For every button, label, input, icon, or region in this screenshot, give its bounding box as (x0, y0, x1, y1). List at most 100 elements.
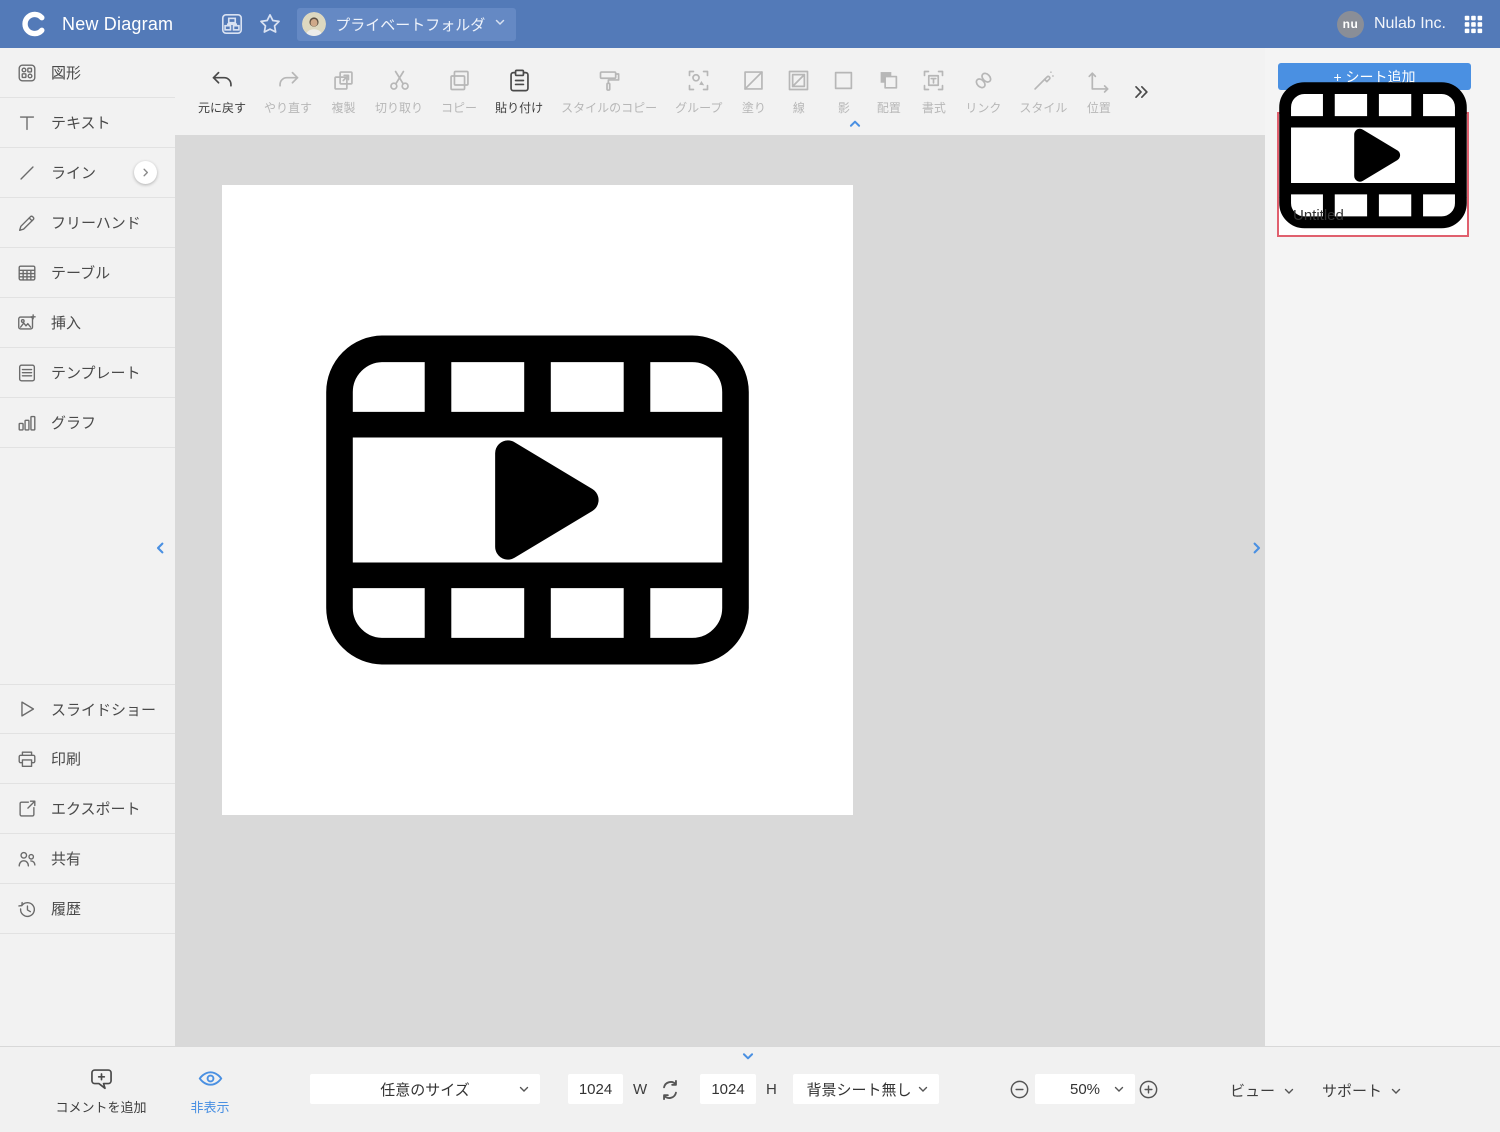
bottom-bar: コメントを追加 非表示 任意のサイズ W H 背景シート無し 50% (0, 1046, 1500, 1132)
view-menu-button[interactable]: ビュー (1230, 1080, 1296, 1101)
cacoo-editor-window: New Diagram プライベートフォルダ nu Nulab Inc. 図形テ… (0, 0, 1500, 1132)
sidebar-tools-group: 図形テキストラインフリーハンドテーブル挿入テンプレートグラフ (0, 48, 175, 448)
sidebar-item-insert[interactable]: 挿入 (0, 298, 175, 348)
canvas-page[interactable] (222, 185, 853, 815)
toolbar-redo-button[interactable]: やり直す (255, 67, 321, 116)
cacoo-logo-icon[interactable] (20, 10, 48, 38)
nulab-logo-icon[interactable]: nu (1337, 11, 1364, 38)
sidebar-item-history[interactable]: 履歴 (0, 884, 175, 934)
undo-icon (209, 67, 236, 94)
toolbar-copy-button[interactable]: コピー (432, 67, 486, 116)
line-icon (16, 162, 38, 184)
slideshow-icon (16, 698, 38, 720)
duplicate-icon (330, 67, 357, 94)
toolbar-arrange-button[interactable]: 配置 (866, 67, 911, 116)
collapse-left-panel-chevron[interactable] (153, 539, 168, 557)
organization-name[interactable]: Nulab Inc. (1374, 15, 1446, 33)
sidebar-item-label: 履歴 (51, 898, 81, 919)
freehand-icon (16, 212, 38, 234)
text-icon (16, 112, 38, 134)
toolbar-shadow-button[interactable]: 影 (821, 67, 866, 116)
sidebar-item-slideshow[interactable]: スライドショー (0, 684, 175, 734)
folder-selector-button[interactable]: プライベートフォルダ (297, 8, 516, 41)
paste-icon (506, 67, 533, 94)
sheet-thumbnail-card[interactable]: Untitled (1277, 112, 1469, 237)
comment-plus-icon (88, 1065, 115, 1092)
toolbar-cut-button[interactable]: 切り取り (366, 67, 432, 116)
sidebar-item-template[interactable]: テンプレート (0, 348, 175, 398)
topbar-right-group: nu Nulab Inc. (1337, 0, 1500, 48)
share-icon (16, 848, 38, 870)
duplicate-icon (330, 67, 357, 94)
background-sheet-select[interactable]: 背景シート無し (793, 1074, 939, 1104)
shadow-icon (830, 67, 857, 94)
zoom-in-button[interactable] (1137, 1078, 1160, 1101)
sidebar-item-label: 挿入 (51, 312, 81, 333)
zoom-out-button[interactable] (1008, 1078, 1031, 1101)
sidebar-item-share[interactable]: 共有 (0, 834, 175, 884)
video-film-shape[interactable] (325, 335, 750, 665)
toolbar-fill-button[interactable]: 塗り (731, 67, 776, 116)
top-bar: New Diagram プライベートフォルダ nu Nulab Inc. (0, 0, 1500, 48)
document-title[interactable]: New Diagram (62, 14, 173, 35)
hide-comments-button[interactable]: 非表示 (178, 1065, 242, 1116)
sheet-thumbnail-preview (1279, 114, 1467, 198)
text-icon (16, 112, 38, 134)
sidebar-item-label: テンプレート (51, 362, 141, 383)
sidebar-item-label: 図形 (51, 62, 81, 83)
sidebar-item-text[interactable]: テキスト (0, 98, 175, 148)
zoom-level-select[interactable]: 50% (1035, 1074, 1135, 1104)
toolbar-style-button[interactable]: スタイル (1010, 67, 1076, 116)
sidebar-item-export[interactable]: エクスポート (0, 784, 175, 834)
link-icon (970, 67, 997, 94)
collapse-toolbar-chevron[interactable] (847, 117, 863, 131)
slideshow-icon (16, 698, 38, 720)
template-icon (16, 362, 38, 384)
expand-line-options-button[interactable] (134, 161, 157, 184)
chevron-down-icon (1282, 1084, 1296, 1098)
toolbar-copy-style-button[interactable]: スタイルのコピー (552, 67, 666, 116)
paste-icon (506, 67, 533, 94)
sheet-height-input[interactable] (700, 1074, 756, 1104)
toolbar-button-label: 貼り付け (495, 99, 543, 116)
sheet-size-select[interactable]: 任意のサイズ (310, 1074, 540, 1104)
toolbar-line-style-button[interactable]: 線 (776, 67, 821, 116)
support-menu-button[interactable]: サポート (1322, 1080, 1403, 1101)
diagram-icon[interactable] (219, 11, 245, 37)
toolbar-undo-button[interactable]: 元に戻す (189, 67, 255, 116)
sidebar-item-table[interactable]: テーブル (0, 248, 175, 298)
sidebar-item-print[interactable]: 印刷 (0, 734, 175, 784)
arrange-icon (875, 67, 902, 94)
toolbar-button-label: やり直す (264, 99, 312, 116)
copy-icon (446, 67, 473, 94)
canvas-area[interactable] (175, 135, 1265, 1046)
sidebar-item-label: フリーハンド (51, 212, 141, 233)
toolbar-paste-button[interactable]: 貼り付け (486, 67, 552, 116)
cut-icon (386, 67, 413, 94)
sidebar-item-shapes[interactable]: 図形 (0, 48, 175, 98)
collapse-right-panel-chevron[interactable] (1249, 539, 1264, 557)
left-sidebar: 図形テキストラインフリーハンドテーブル挿入テンプレートグラフ スライドショー印刷… (0, 48, 175, 1046)
sidebar-item-graph[interactable]: グラフ (0, 398, 175, 448)
sheet-width-input[interactable] (568, 1074, 623, 1104)
toolbar-button-label: 位置 (1087, 99, 1111, 116)
edit-toolbar: 元に戻すやり直す複製切り取りコピー貼り付け スタイルのコピーグループ塗り線影配置書… (175, 48, 1265, 135)
sidebar-item-freehand[interactable]: フリーハンド (0, 198, 175, 248)
toolbar-overflow-button[interactable] (1131, 82, 1151, 102)
toolbar-group-button[interactable]: グループ (666, 67, 731, 116)
redo-icon (275, 67, 302, 94)
swap-dimensions-button[interactable] (657, 1077, 683, 1103)
toolbar-format-button[interactable]: 書式 (911, 67, 956, 116)
sidebar-item-line[interactable]: ライン (0, 148, 175, 198)
collapse-bottom-bar-chevron[interactable] (740, 1049, 756, 1063)
apps-grid-icon[interactable] (1462, 13, 1484, 35)
add-comment-button[interactable]: コメントを追加 (55, 1065, 147, 1116)
redo-icon (275, 67, 302, 94)
toolbar-position-button[interactable]: 位置 (1076, 67, 1121, 116)
toolbar-button-label: スタイルのコピー (561, 99, 657, 116)
toolbar-duplicate-button[interactable]: 複製 (321, 67, 366, 116)
sidebar-item-label: テーブル (51, 262, 110, 283)
toolbar-link-button[interactable]: リンク (956, 67, 1010, 116)
favorite-star-icon[interactable] (257, 11, 283, 37)
background-sheet-value: 背景シート無し (806, 1079, 911, 1100)
